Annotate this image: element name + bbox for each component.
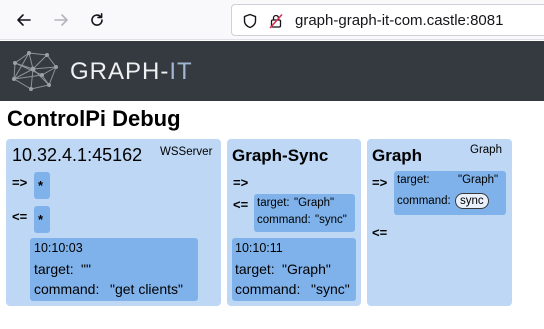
message-command-label: command: [34,281,100,297]
card-title: 10.32.4.1:45162 [12,145,143,165]
message-command-label: command: [397,195,451,207]
url-text[interactable]: graph-graph-it-com.castle:8081 [295,12,503,29]
message-target-value: "" [81,261,91,277]
shield-icon[interactable] [242,13,258,29]
last-message: 10:10:11 target: "Graph" command: "sync" [232,238,356,301]
address-bar[interactable]: graph-graph-it-com.castle:8081 [231,4,544,36]
page-title: ControlPi Debug [7,106,181,131]
last-message: 10:10:03 target: "" command: "get client… [30,238,198,301]
in-arrow: <= [12,209,28,224]
out-message-text: * [38,178,44,193]
out-message: target: "Graph" command: sync [394,171,506,215]
message-target-value: "Graph" [458,174,499,186]
message-command-label: command: [235,281,301,297]
back-button[interactable] [12,8,36,32]
network-graph-logo-icon [12,51,58,91]
in-arrow: <= [372,225,388,240]
brand-main-text: GRAPH- [70,58,170,85]
client-card-graph-sync: Graph-Sync => <= target: "Graph" command… [227,139,361,306]
out-arrow: => [372,175,388,190]
arrow-right-icon [54,14,68,26]
in-arrow: <= [233,197,249,212]
out-arrow: => [233,175,249,190]
reload-icon [91,13,103,26]
out-arrow: => [12,175,28,190]
message-command-label: command: [257,214,311,226]
message-target-label: target: [397,174,430,186]
reload-button[interactable] [85,8,109,32]
message-target-value: "Graph" [282,261,331,277]
message-target-label: target: [235,261,275,277]
message-command-value: "get clients" [110,281,183,297]
browser-toolbar: graph-graph-it-com.castle:8081 [0,0,544,40]
card-title: Graph [372,146,423,165]
in-message: target: "Graph" command: "sync" [254,194,355,232]
message-target-value: "Graph" [294,197,335,209]
brand-accent-text: IT [169,58,193,85]
message-target-label: target: [257,197,290,209]
card-type-badge: Graph [470,144,502,156]
message-time: 10:10:03 [34,241,83,255]
in-message: * [34,206,50,233]
arrow-left-icon [17,14,31,26]
command-sync-pill: sync [455,193,489,209]
client-card-wsserver: 10.32.4.1:45162 WSServer => * <= * 10:10… [6,139,221,306]
forward-button[interactable] [49,8,73,32]
app-header: GRAPH-IT [0,41,544,101]
message-time: 10:10:11 [235,241,283,255]
card-title: Graph-Sync [232,146,329,165]
insecure-lock-icon[interactable] [268,13,284,29]
in-message-text: * [38,212,44,227]
client-card-graph: Graph Graph => target: "Graph" command: … [367,139,512,306]
message-command-value: "sync" [311,281,350,297]
app-brand[interactable]: GRAPH-IT [70,58,193,86]
message-command-value: "sync" [315,214,347,226]
out-message: * [34,172,50,199]
card-type-badge: WSServer [160,146,213,158]
message-target-label: target: [34,261,74,277]
